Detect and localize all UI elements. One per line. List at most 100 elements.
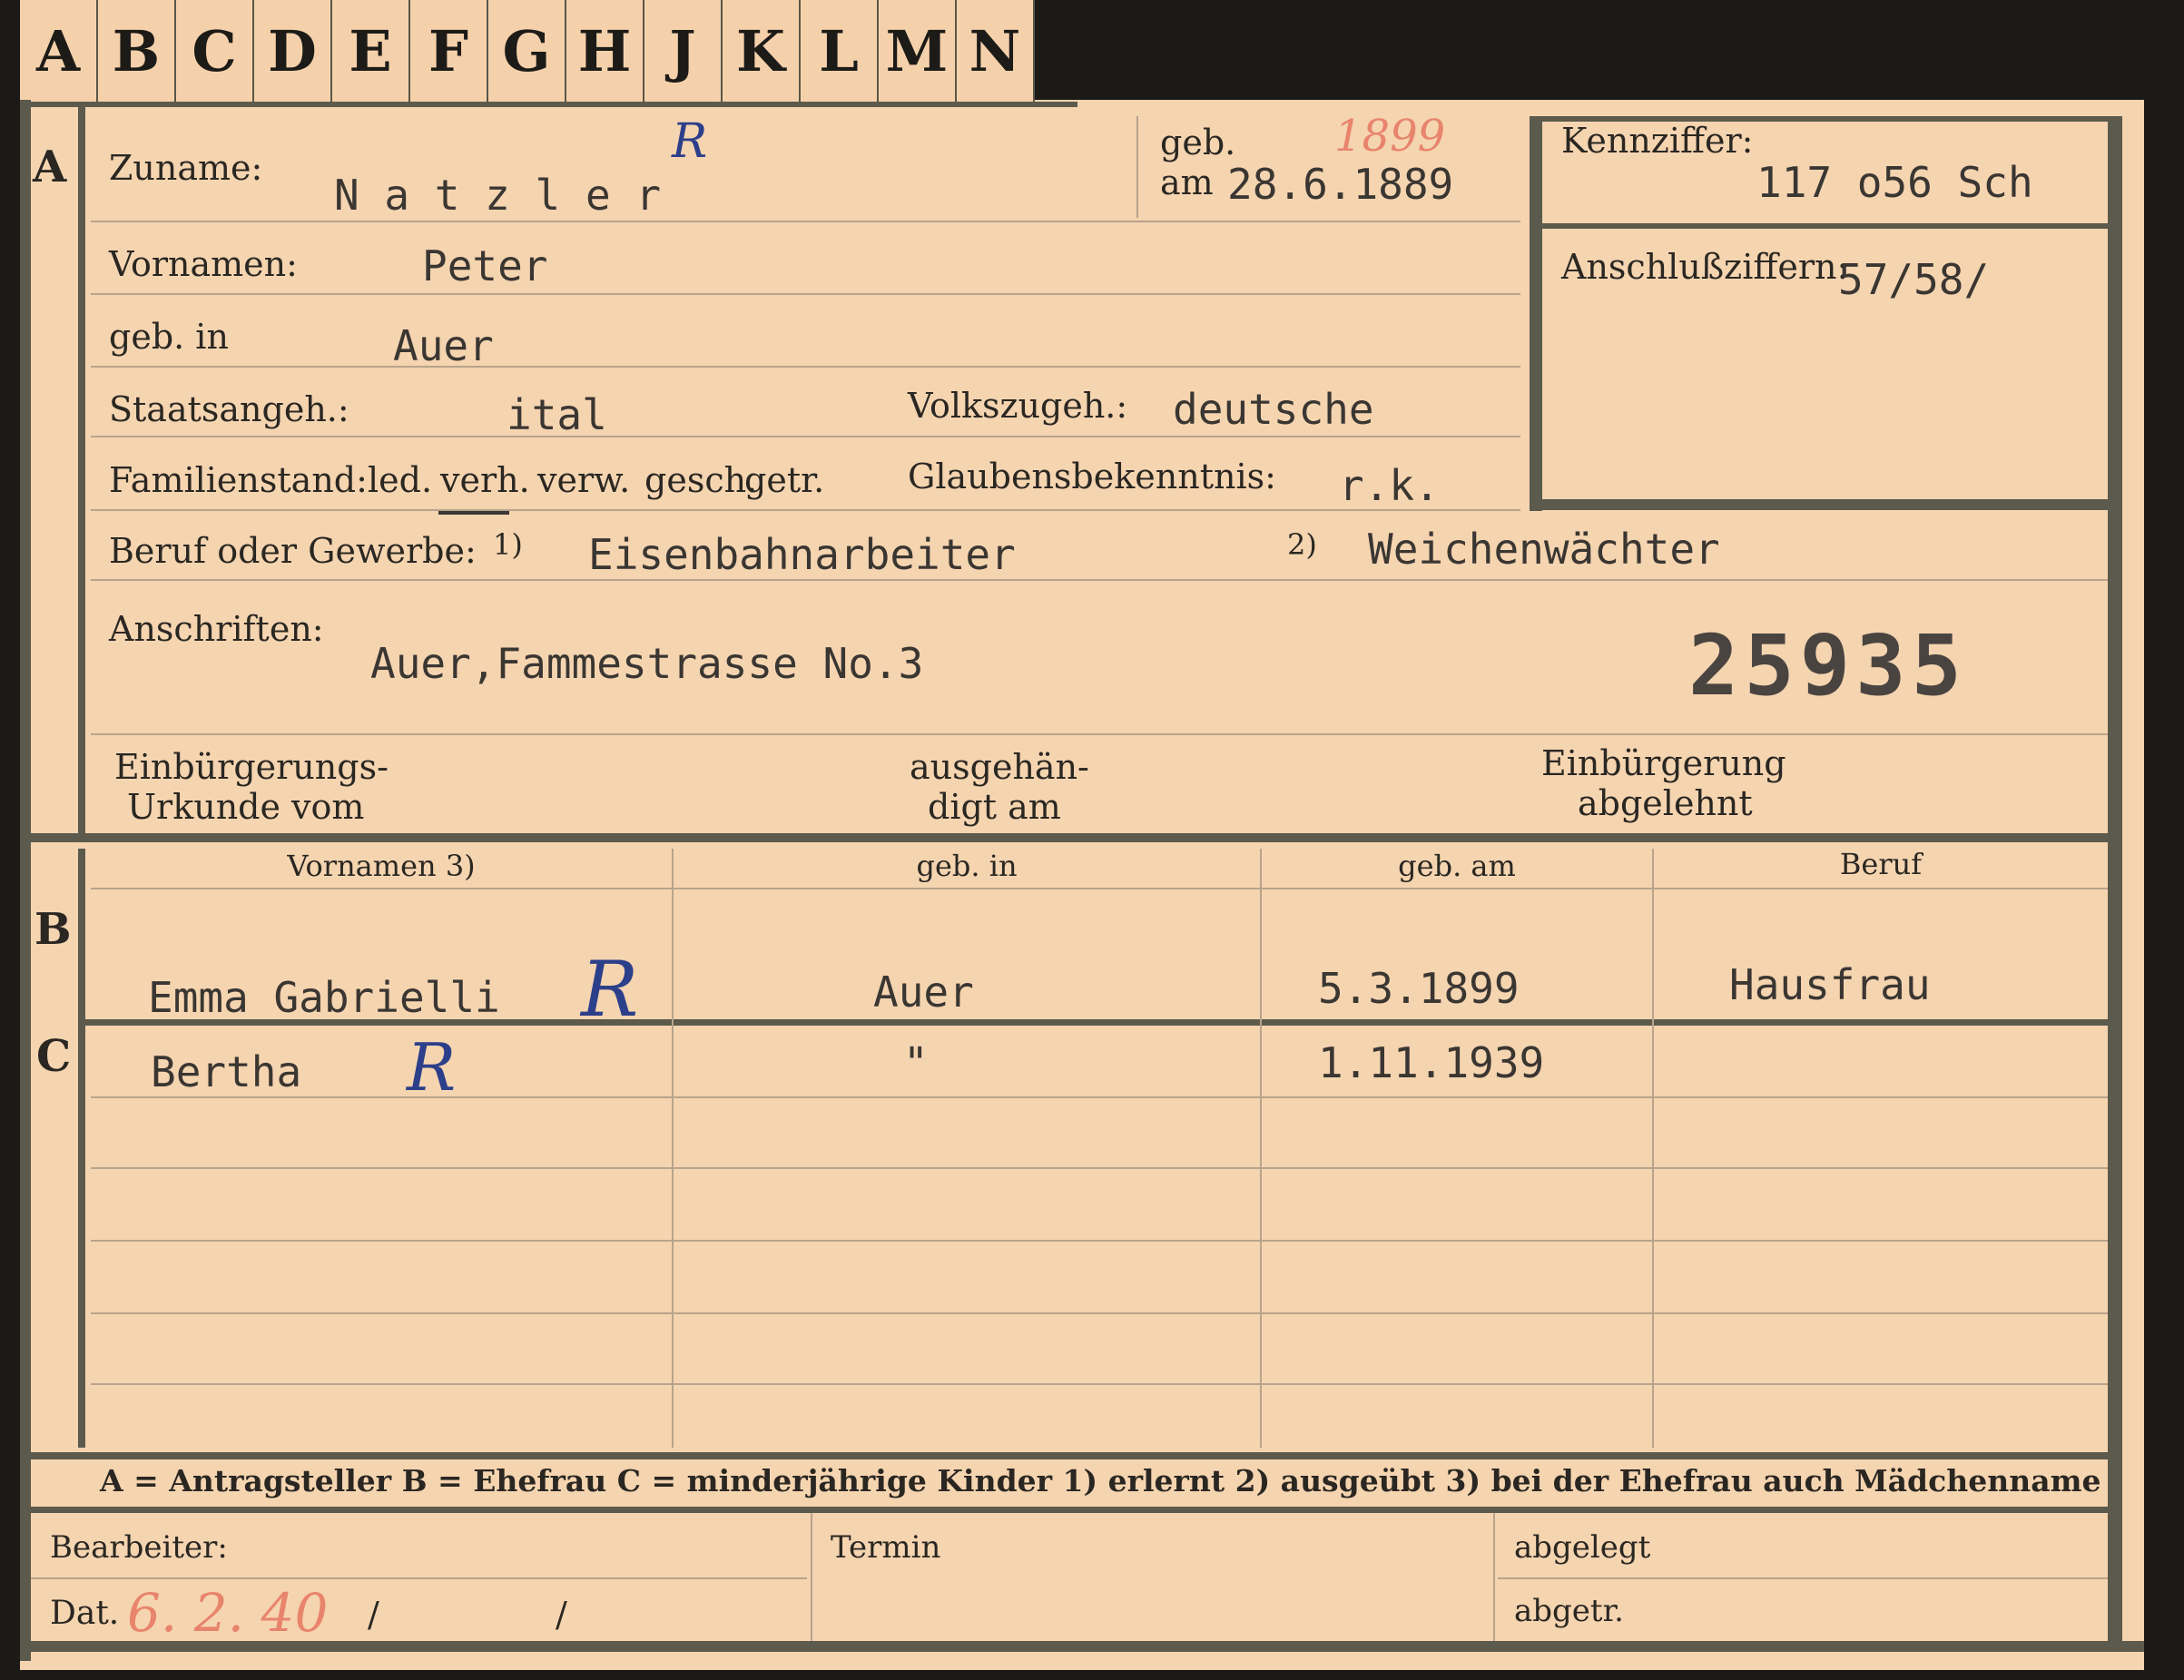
spouse-birthdate: 5.3.1899 [1318,964,1520,1013]
tab-e[interactable]: E [332,0,410,102]
card-bottom [20,1641,2144,1652]
col-rule [1260,849,1262,1448]
col-rule [1493,1513,1495,1641]
ethnicity-label: Volkszugeh.: [908,386,1128,426]
code-box-bottom [1530,499,2120,510]
marital-option-divorced: gesch. [644,460,758,500]
child-name: Bertha [151,1047,302,1096]
section-c-letter: C [36,1031,72,1082]
file-number: 25935 [1688,617,1967,714]
code-value: 117 o56 Sch [1756,158,2033,207]
tab-n[interactable]: N [957,0,1035,102]
rule [91,1240,2108,1242]
section-a-letter: A [33,142,67,192]
code-box-mid [1539,223,2117,229]
address-value: Auer,Fammestrasse No.3 [370,639,924,688]
born-handwritten-note: 1899 [1334,111,1446,162]
tab-j[interactable]: J [644,0,723,102]
date-separator-2: / [556,1595,567,1635]
index-tabs: A B C D E F G H J K L M N [20,0,1035,107]
table-bottom [20,1452,2122,1459]
filed-label: abgelegt [1514,1529,1651,1566]
marital-option-single: led. [368,460,433,500]
col-rule [1652,849,1654,1448]
tab-a[interactable]: A [20,0,98,102]
rule [91,293,1520,295]
tab-underline [20,102,1077,107]
occupation-practiced-value: Weichenwächter [1368,525,1720,574]
citizenship-label: Staatsangeh.: [109,389,349,429]
marital-option-married: verh. [440,460,530,500]
tab-d[interactable]: D [254,0,332,102]
header-occupation: Beruf [1839,847,1923,881]
married-underline [438,511,509,515]
child-check-mark: R [407,1029,457,1105]
surname-value: N a t z l e r [334,171,662,220]
marital-status-label: Familienstand: [109,460,368,500]
spouse-name: Emma Gabrielli [148,973,500,1022]
date-value: 6. 2. 40 [127,1582,329,1644]
rule [91,1096,2108,1098]
tab-c[interactable]: C [176,0,254,102]
rule [91,1383,2108,1385]
rule [91,1312,2108,1314]
born-label: geb. [1160,123,1236,162]
born-date-value: 28.6.1889 [1227,160,1454,209]
code-box-left [1530,116,1542,511]
date-separator-1: / [368,1595,379,1635]
rule [1498,1577,2108,1579]
spouse-check-mark: R [581,945,639,1034]
header-birthplace: geb. in [916,849,1018,883]
child-birthplace: " [903,1038,929,1087]
rule [91,221,1520,222]
born-label-am: am [1160,162,1214,202]
religion-value: r.k. [1339,461,1440,510]
occupation-note-1: 1) [493,527,523,562]
tab-b[interactable]: B [98,0,176,102]
first-names-label: Vornamen: [109,244,298,284]
naturalization-denied-label-1: Einbürgerung [1541,743,1786,783]
col-rule [811,1513,812,1641]
marital-option-separated: getr. [744,460,825,500]
address-label: Anschriften: [109,609,324,649]
marital-option-widowed: verw. [537,460,631,500]
citizenship-value: ital [507,390,607,439]
deadline-label: Termin [831,1529,941,1566]
section-bc-divider [78,849,85,1448]
spouse-birthplace: Auer [873,968,974,1017]
rule [91,579,2108,581]
child-birthdate: 1.11.1939 [1318,1038,1545,1087]
tab-f[interactable]: F [410,0,488,102]
first-names-value: Peter [422,241,548,290]
date-label: Dat. [50,1595,120,1632]
tab-g[interactable]: G [488,0,566,102]
naturalization-doc-label-2: Urkunde vom [127,787,365,827]
header-first-names: Vornamen 3) [287,849,476,883]
legend-bottom [20,1507,2122,1513]
occupation-learned-value: Eisenbahnarbeiter [588,530,1016,579]
section-a-divider [78,107,85,833]
tab-m[interactable]: M [879,0,957,102]
birthplace-label: geb. in [109,317,229,357]
rule [91,366,1520,368]
spouse-occupation: Hausfrau [1729,960,1931,1009]
tab-k[interactable]: K [723,0,801,102]
rule [91,436,1520,437]
tab-h[interactable]: H [566,0,644,102]
handed-out-label-2: digt am [928,787,1061,827]
worker-label: Bearbeiter: [50,1529,228,1566]
section-a-bottom [20,833,2122,842]
rule [91,509,1520,511]
connection-numbers-label: Anschlußziffern: [1561,247,1849,287]
section-b-letter: B [34,904,72,955]
religion-label: Glaubensbekenntnis: [908,457,1276,496]
rule-vertical [1136,116,1138,218]
tab-l[interactable]: L [801,0,879,102]
occupation-note-2: 2) [1287,527,1317,562]
surname-correction-mark: R [672,114,708,169]
code-label: Kennziffer: [1561,121,1754,161]
legend-text: A = Antragsteller B = Ehefrau C = minder… [100,1463,2101,1498]
surname-label: Zuname: [109,148,263,188]
connection-numbers-value: 57/58/ [1838,255,1990,304]
rule [91,733,2108,735]
